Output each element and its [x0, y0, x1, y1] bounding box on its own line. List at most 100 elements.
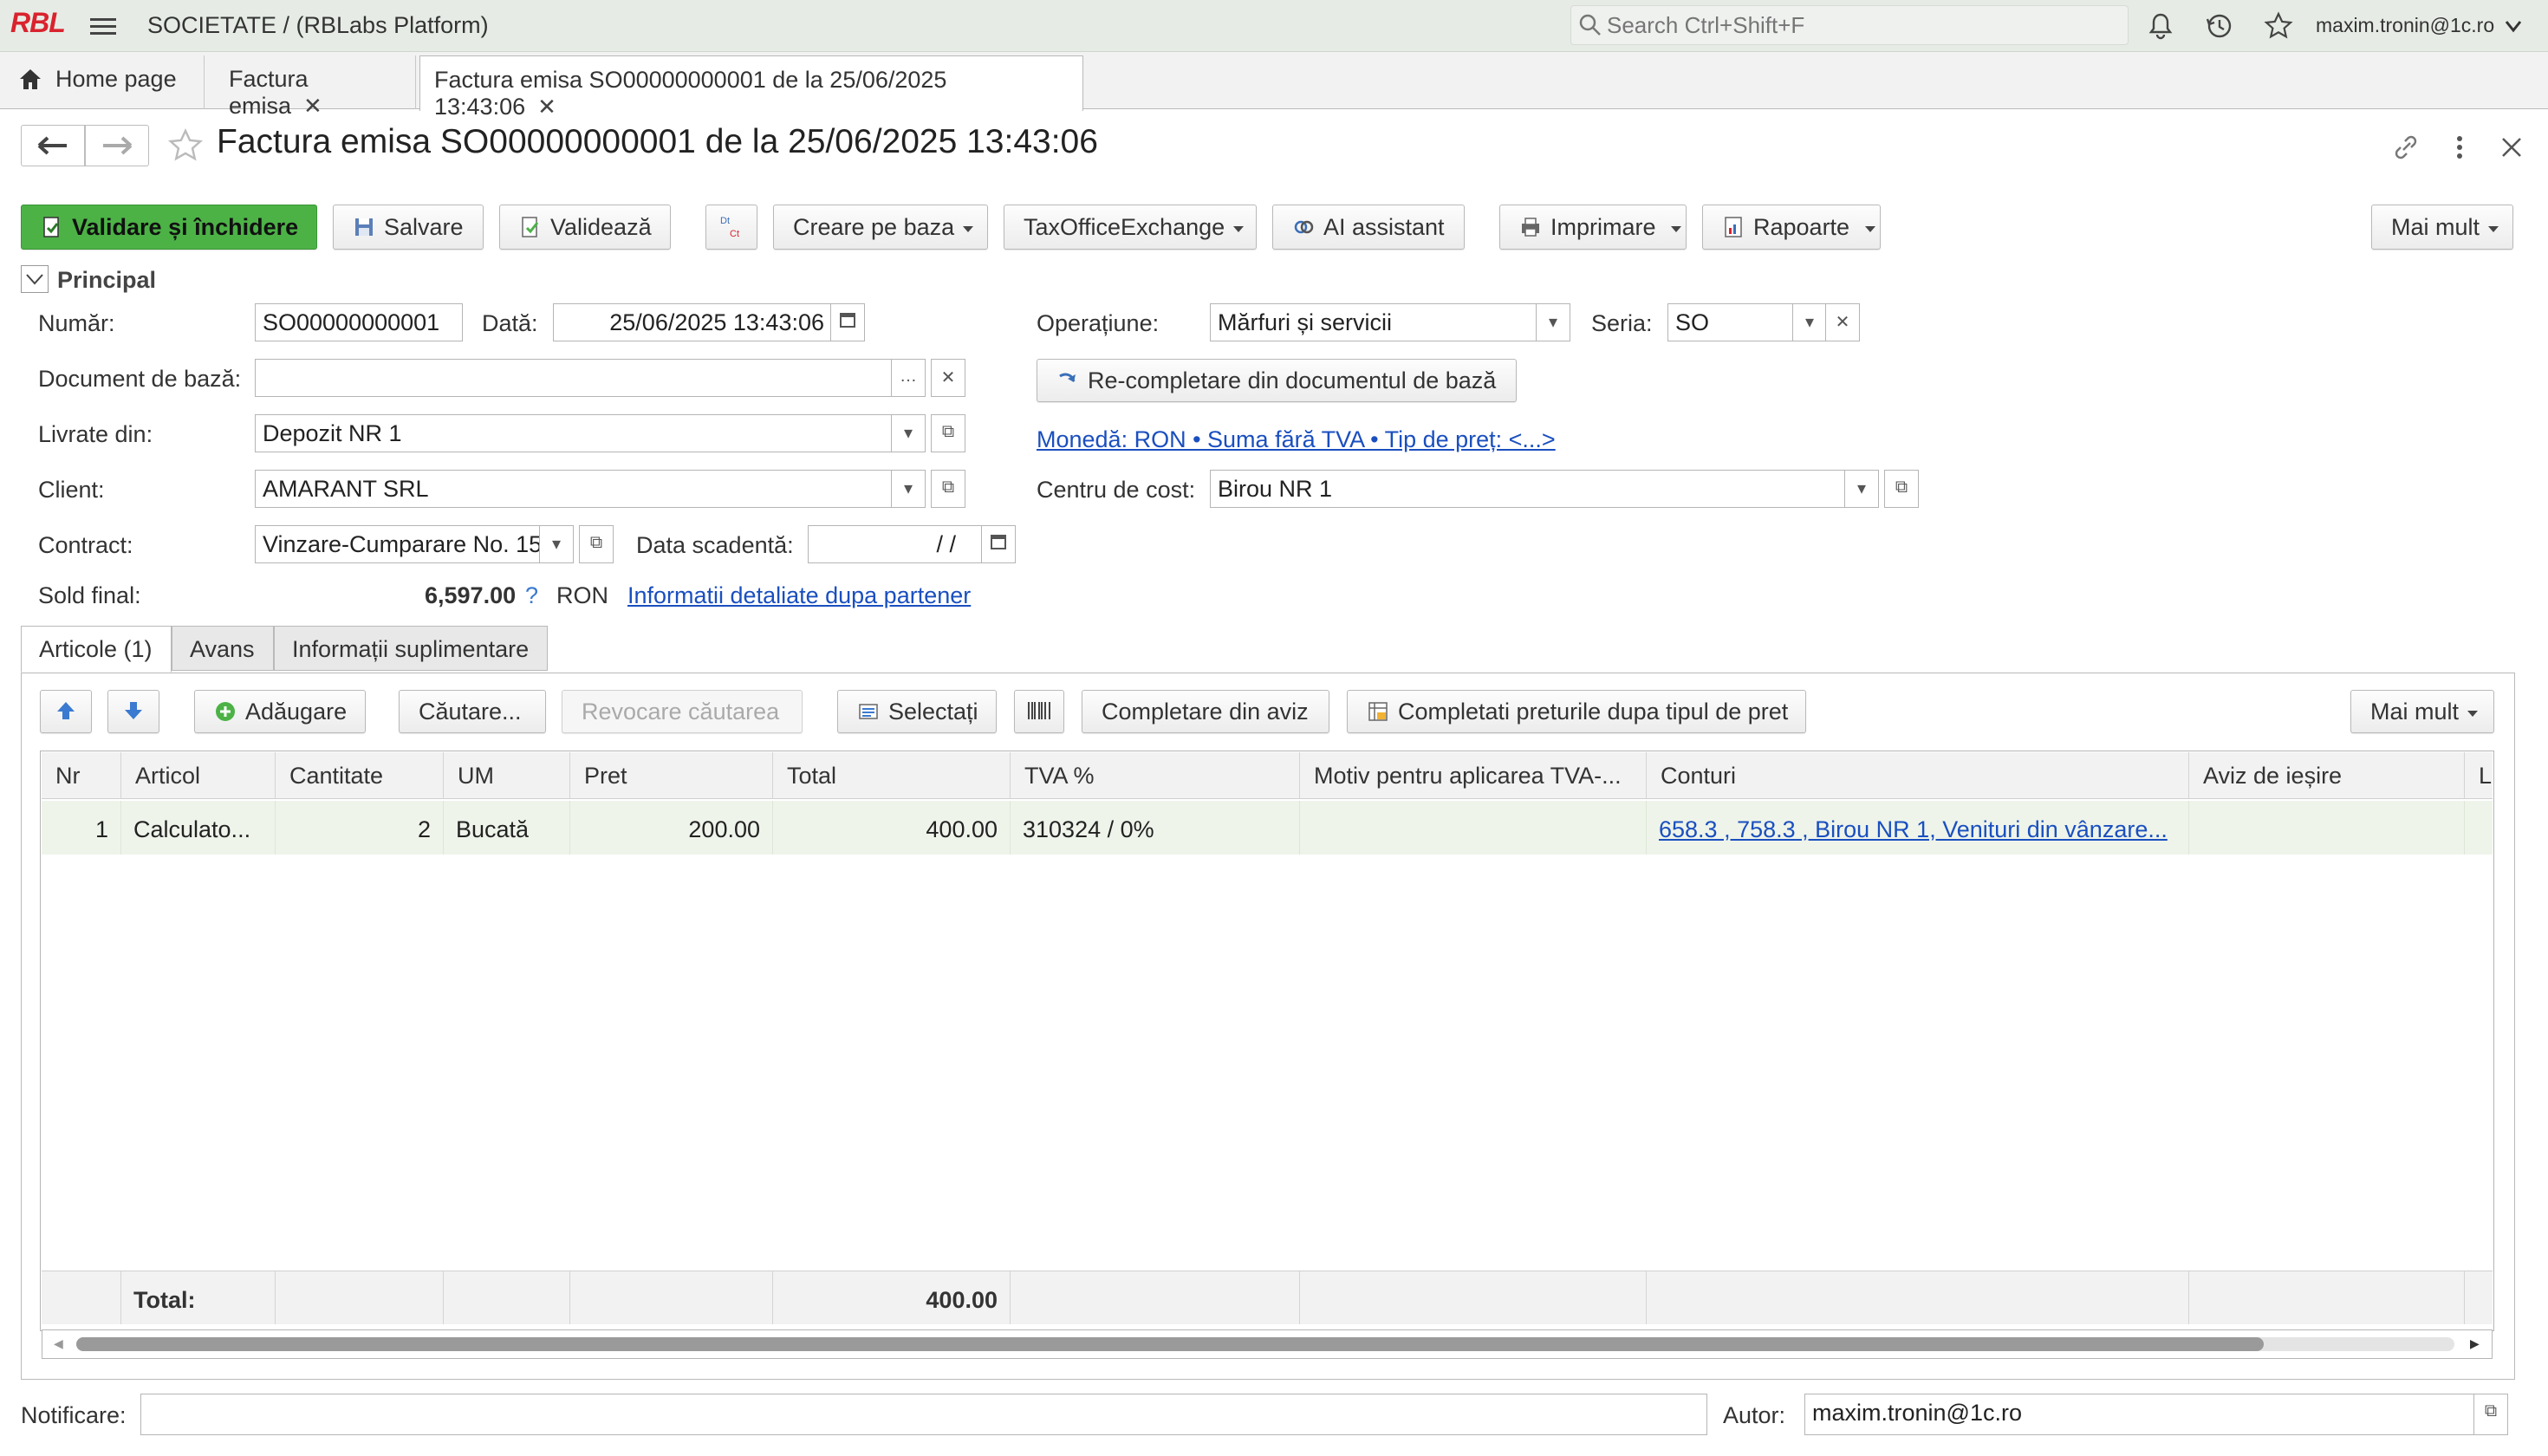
chevron-down-icon[interactable]: [2496, 9, 2531, 43]
tab-informatii[interactable]: Informații suplimentare: [274, 626, 548, 671]
favorites-star-icon[interactable]: [2262, 10, 2295, 42]
refill-button[interactable]: Re-completare din documentul de bază: [1037, 359, 1517, 402]
delivered-open-button[interactable]: ⧉: [931, 414, 965, 452]
column-header-articol[interactable]: Articol: [121, 752, 276, 799]
column-header-total[interactable]: Total: [773, 752, 1011, 799]
cell-li[interactable]: [2465, 801, 2493, 855]
column-header-um[interactable]: UM: [444, 752, 570, 799]
help-icon[interactable]: ?: [525, 582, 538, 609]
save-button[interactable]: Salvare: [333, 205, 484, 250]
close-icon[interactable]: [2496, 132, 2527, 163]
author-open-button[interactable]: ⧉: [2473, 1394, 2508, 1435]
cell-conturi-link[interactable]: 658.3 , 758.3 , Birou NR 1, Venituri din…: [1647, 801, 2189, 855]
cell-tva[interactable]: 310324 / 0%: [1011, 801, 1300, 855]
series-clear-button[interactable]: ✕: [1825, 303, 1860, 341]
base-doc-field[interactable]: [255, 359, 893, 397]
contract-dropdown-button[interactable]: ▾: [539, 525, 574, 563]
taxoffice-button[interactable]: TaxOfficeExchange: [1004, 205, 1257, 250]
collapse-group-toggle[interactable]: [21, 265, 49, 293]
due-date-calendar-button[interactable]: [981, 525, 1016, 563]
back-button[interactable]: [21, 125, 85, 166]
move-down-button[interactable]: [107, 690, 159, 733]
cost-center-field[interactable]: Birou NR 1: [1210, 470, 1846, 508]
tab-factura-emisa[interactable]: Factura emisa ✕: [215, 55, 416, 119]
menu-icon[interactable]: [90, 14, 116, 36]
column-header-nr[interactable]: Nr: [42, 752, 121, 799]
calendar-button[interactable]: [830, 303, 865, 341]
create-based-button[interactable]: Creare pe baza: [773, 205, 988, 250]
cell-um[interactable]: Bucată: [444, 801, 570, 855]
barcode-button[interactable]: [1014, 690, 1064, 733]
add-button[interactable]: Adăugare: [194, 690, 366, 733]
cell-motiv-tva[interactable]: [1300, 801, 1647, 855]
user-account[interactable]: maxim.tronin@1c.ro: [2316, 14, 2494, 37]
date-field[interactable]: 25/06/2025 13:43:06: [553, 303, 832, 341]
search-button[interactable]: Căutare...: [399, 690, 546, 733]
currency-link[interactable]: Monedă: RON • Suma fără TVA • Tip de pre…: [1037, 426, 1556, 453]
due-date-field[interactable]: / /: [808, 525, 983, 563]
app-logo[interactable]: RBL: [10, 7, 66, 39]
validate-close-button[interactable]: Validare și închidere: [21, 205, 317, 250]
partner-details-link[interactable]: Informatii detaliate dupa partener: [627, 582, 971, 609]
link-icon[interactable]: [2389, 130, 2423, 165]
base-doc-select-button[interactable]: …: [891, 359, 926, 397]
star-icon[interactable]: [166, 127, 205, 165]
number-field[interactable]: SO00000000001: [255, 303, 463, 341]
cell-pret[interactable]: 200.00: [570, 801, 773, 855]
column-header-aviz[interactable]: Aviz de ieșire: [2189, 752, 2465, 799]
cell-total[interactable]: 400.00: [773, 801, 1011, 855]
delivered-field[interactable]: Depozit NR 1: [255, 414, 893, 452]
print-button[interactable]: Imprimare: [1499, 205, 1687, 250]
tab-home[interactable]: Home page: [3, 55, 205, 109]
cell-aviz[interactable]: [2189, 801, 2465, 855]
client-field[interactable]: AMARANT SRL: [255, 470, 893, 508]
client-open-button[interactable]: ⧉: [931, 470, 965, 508]
column-header-li[interactable]: Li: [2465, 752, 2493, 799]
history-icon[interactable]: [2203, 10, 2236, 42]
cost-center-dropdown-button[interactable]: ▾: [1844, 470, 1879, 508]
column-header-conturi[interactable]: Conturi: [1647, 752, 2189, 799]
more-vertical-icon[interactable]: [2447, 130, 2472, 165]
operation-dropdown-button[interactable]: ▾: [1536, 303, 1570, 341]
column-header-cantitate[interactable]: Cantitate: [276, 752, 444, 799]
column-header-pret[interactable]: Pret: [570, 752, 773, 799]
tab-factura-active[interactable]: Factura emisa SO00000000001 de la 25/06/…: [419, 55, 1083, 120]
scroll-left-icon[interactable]: ◀: [54, 1336, 63, 1351]
validate-button[interactable]: Validează: [499, 205, 671, 250]
client-dropdown-button[interactable]: ▾: [891, 470, 926, 508]
series-field[interactable]: SO: [1667, 303, 1794, 341]
notification-field[interactable]: [140, 1394, 1707, 1435]
column-header-tva[interactable]: TVA %: [1011, 752, 1300, 799]
author-field[interactable]: maxim.tronin@1c.ro: [1804, 1394, 2475, 1435]
select-button[interactable]: Selectați: [837, 690, 997, 733]
tab-articole[interactable]: Articole (1): [21, 626, 172, 673]
fill-prices-button[interactable]: Completati preturile dupa tipul de pret: [1347, 690, 1806, 733]
contract-open-button[interactable]: ⧉: [579, 525, 614, 563]
dt-ct-button[interactable]: Dt Ct: [705, 205, 757, 250]
scroll-right-icon[interactable]: ▶: [2470, 1336, 2480, 1351]
scrollbar-thumb[interactable]: [76, 1337, 2264, 1351]
base-doc-clear-button[interactable]: ✕: [931, 359, 965, 397]
more-button[interactable]: Mai mult: [2371, 205, 2513, 250]
reports-button[interactable]: Rapoarte: [1702, 205, 1881, 250]
column-header-motiv-tva[interactable]: Motiv pentru aplicarea TVA-...: [1300, 752, 1647, 799]
contract-field[interactable]: Vinzare-Cumparare No. 15: [255, 525, 541, 563]
bell-icon[interactable]: [2144, 10, 2177, 42]
move-up-button[interactable]: [40, 690, 92, 733]
grid-more-button[interactable]: Mai mult: [2350, 690, 2494, 733]
cell-articol[interactable]: Calculato...: [121, 801, 276, 855]
ai-assistant-button[interactable]: AI assistant: [1272, 205, 1465, 250]
cell-nr[interactable]: 1: [42, 801, 121, 855]
cancel-search-button[interactable]: Revocare căutarea: [562, 690, 803, 733]
close-icon[interactable]: ✕: [537, 94, 556, 120]
operation-field[interactable]: Mărfuri și servicii: [1210, 303, 1539, 341]
cell-cantitate[interactable]: 2: [276, 801, 444, 855]
delivered-dropdown-button[interactable]: ▾: [891, 414, 926, 452]
fill-from-notice-button[interactable]: Completare din aviz: [1082, 690, 1329, 733]
tab-avans[interactable]: Avans: [172, 626, 274, 671]
series-dropdown-button[interactable]: ▾: [1792, 303, 1827, 341]
close-icon[interactable]: ✕: [303, 93, 322, 119]
forward-button[interactable]: [85, 125, 149, 166]
search-input[interactable]: [1605, 10, 2108, 41]
cost-center-open-button[interactable]: ⧉: [1884, 470, 1919, 508]
